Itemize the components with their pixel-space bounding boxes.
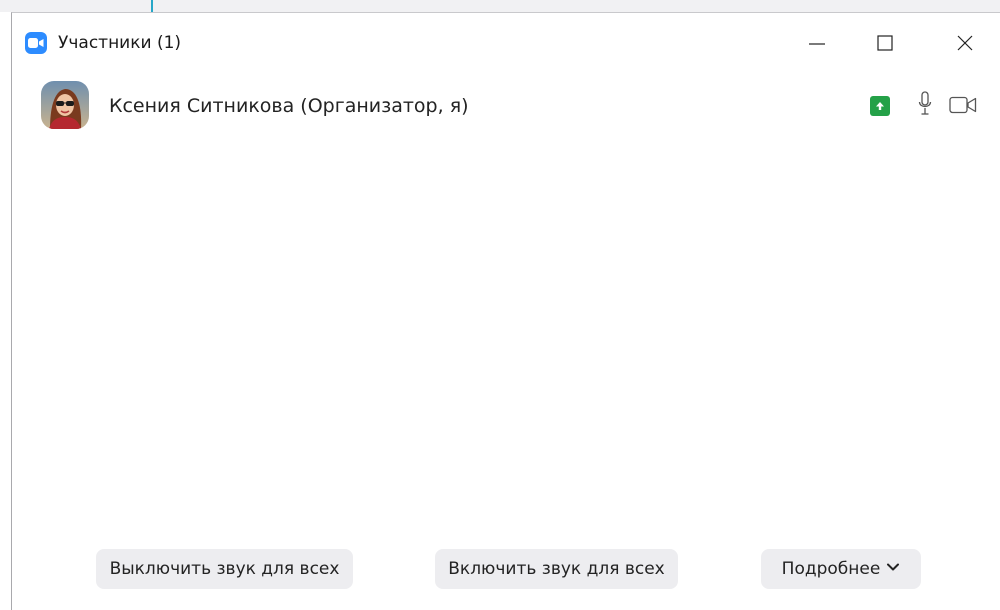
close-icon — [957, 35, 973, 51]
minimize-icon — [809, 43, 825, 45]
minimize-button[interactable] — [794, 26, 840, 60]
participant-name: Ксения Ситникова (Организатор, я) — [109, 95, 469, 117]
more-label: Подробнее — [781, 559, 881, 579]
unmute-all-button[interactable]: Включить звук для всех — [435, 549, 678, 589]
more-options-button[interactable]: Подробнее — [761, 549, 921, 589]
screen-share-icon[interactable] — [870, 96, 890, 116]
background-cursor-line — [151, 0, 153, 12]
chevron-down-icon — [887, 563, 900, 571]
maximize-icon — [877, 35, 893, 51]
mute-all-label: Выключить звук для всех — [109, 559, 340, 579]
window-title: Участники (1) — [58, 33, 182, 53]
unmute-all-label: Включить звук для всех — [448, 559, 665, 579]
participant-row[interactable]: Ксения Ситникова (Организатор, я) — [12, 73, 1000, 135]
avatar — [41, 81, 89, 129]
zoom-camera-icon — [25, 32, 47, 54]
maximize-button[interactable] — [862, 26, 908, 60]
title-bar[interactable]: Участники (1) — [12, 13, 1000, 71]
microphone-icon[interactable] — [918, 91, 932, 117]
background-strip — [0, 0, 1000, 12]
video-camera-icon[interactable] — [949, 96, 977, 114]
participants-window: Участники (1) Ксения Ситникова (Организа… — [11, 12, 1000, 610]
mute-all-button[interactable]: Выключить звук для всех — [96, 549, 353, 589]
close-button[interactable] — [942, 26, 988, 60]
